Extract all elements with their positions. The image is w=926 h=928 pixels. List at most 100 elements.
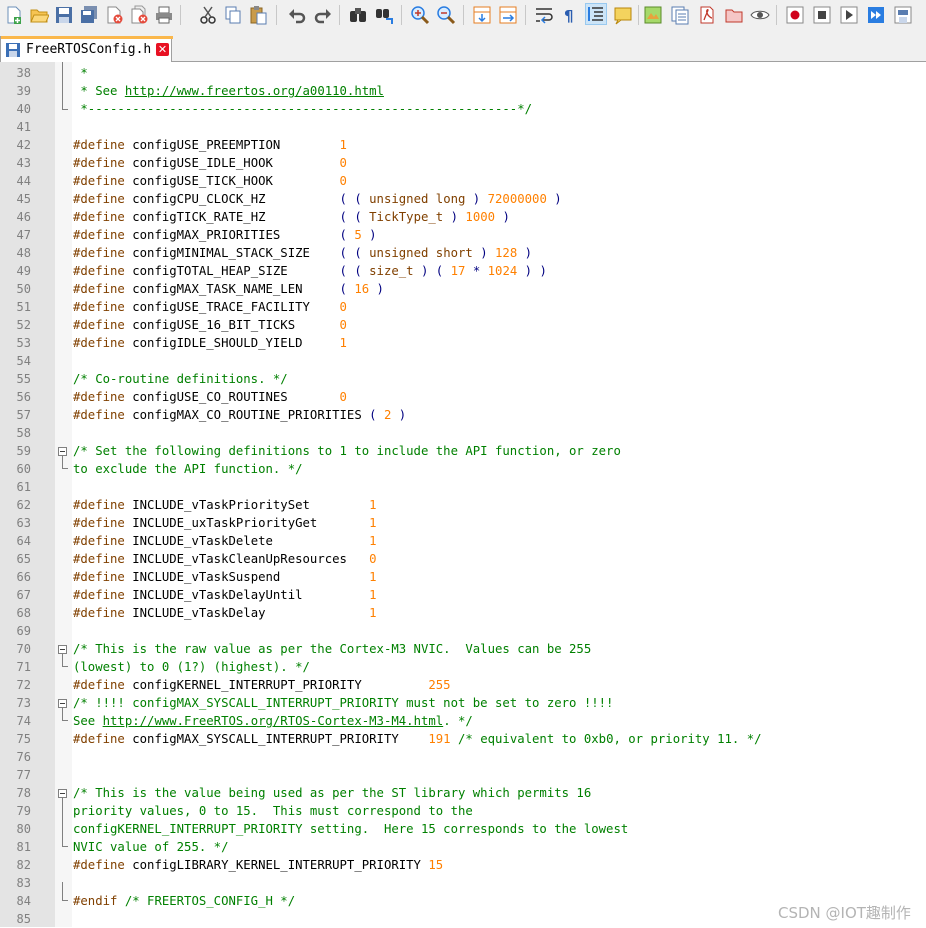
code-token: configTICK_RATE_HZ bbox=[132, 210, 340, 224]
line-number: 64 bbox=[16, 534, 31, 548]
code-token: #define bbox=[73, 516, 133, 530]
sync-vertical-icon[interactable] bbox=[471, 4, 493, 26]
code-link[interactable]: http://www.FreeRTOS.org/RTOS-Cortex-M3-M… bbox=[103, 714, 444, 728]
code-line[interactable]: 38 * bbox=[0, 64, 926, 82]
code-line[interactable]: 50 #define configMAX_TASK_NAME_LEN ( 16 ) bbox=[0, 280, 926, 298]
save-macro-icon[interactable] bbox=[892, 4, 914, 26]
code-text: #define configTICK_RATE_HZ ( ( TickType_… bbox=[73, 208, 510, 226]
close-tab-icon[interactable]: ✕ bbox=[156, 43, 169, 56]
folder-workspace-icon[interactable] bbox=[723, 4, 745, 26]
code-line[interactable]: 42 #define configUSE_PREEMPTION 1 bbox=[0, 136, 926, 154]
cut-icon[interactable] bbox=[197, 4, 219, 26]
close-icon[interactable] bbox=[103, 4, 125, 26]
open-file-icon[interactable] bbox=[28, 4, 50, 26]
code-token: INCLUDE_vTaskCleanUpResources bbox=[132, 552, 370, 566]
code-line[interactable]: 49 #define configTOTAL_HEAP_SIZE ( ( size… bbox=[0, 262, 926, 280]
code-line[interactable]: 52 #define configUSE_16_BIT_TICKS 0 bbox=[0, 316, 926, 334]
document-map-icon[interactable] bbox=[642, 4, 664, 26]
code-token: #define bbox=[73, 606, 133, 620]
code-line[interactable]: 53 #define configIDLE_SHOULD_YIELD 1 bbox=[0, 334, 926, 352]
code-line[interactable]: 51 #define configUSE_TRACE_FACILITY 0 bbox=[0, 298, 926, 316]
code-line[interactable]: 66 #define INCLUDE_vTaskSuspend 1 bbox=[0, 568, 926, 586]
code-line[interactable]: 43 #define configUSE_IDLE_HOOK 0 bbox=[0, 154, 926, 172]
code-line[interactable]: 63 #define INCLUDE_uxTaskPriorityGet 1 bbox=[0, 514, 926, 532]
word-wrap-icon[interactable] bbox=[533, 4, 555, 26]
code-line[interactable]: 57 #define configMAX_CO_ROUTINE_PRIORITIE… bbox=[0, 406, 926, 424]
show-all-characters-icon[interactable]: ¶ bbox=[558, 4, 580, 26]
code-line[interactable]: 41 bbox=[0, 118, 926, 136]
tab-freertosconfig[interactable]: FreeRTOSConfig.h ✕ bbox=[0, 36, 173, 62]
code-line[interactable]: 75 #define configMAX_SYSCALL_INTERRUPT_PR… bbox=[0, 730, 926, 748]
function-list-icon[interactable] bbox=[669, 4, 691, 26]
run-macro-multiple-icon[interactable] bbox=[865, 4, 887, 26]
code-line[interactable]: 72 #define configKERNEL_INTERRUPT_PRIORIT… bbox=[0, 676, 926, 694]
code-token: configUSE_IDLE_HOOK bbox=[132, 156, 340, 170]
code-line[interactable]: 56 #define configUSE_CO_ROUTINES 0 bbox=[0, 388, 926, 406]
code-token: configMAX_SYSCALL_INTERRUPT_PRIORITY bbox=[132, 732, 429, 746]
code-line[interactable]: 54 bbox=[0, 352, 926, 370]
code-line[interactable]: 59 /* Set the following definitions to 1 … bbox=[0, 442, 926, 460]
indent-guide-icon[interactable] bbox=[585, 3, 607, 25]
code-line[interactable]: 67 #define INCLUDE_vTaskDelayUntil 1 bbox=[0, 586, 926, 604]
undo-icon[interactable] bbox=[286, 4, 308, 26]
save-all-icon[interactable] bbox=[78, 4, 100, 26]
code-text: #define configMAX_CO_ROUTINE_PRIORITIES … bbox=[73, 406, 406, 424]
code-line[interactable]: 44 #define configUSE_TICK_HOOK 0 bbox=[0, 172, 926, 190]
code-token: configMINIMAL_STACK_SIZE bbox=[132, 246, 340, 260]
code-line[interactable]: 61 bbox=[0, 478, 926, 496]
code-line[interactable]: 39 * See http://www.freertos.org/a00110.… bbox=[0, 82, 926, 100]
replace-icon[interactable] bbox=[373, 4, 395, 26]
zoom-in-icon[interactable] bbox=[409, 4, 431, 26]
zoom-out-icon[interactable] bbox=[435, 4, 457, 26]
code-line[interactable]: 73 /* !!!! configMAX_SYSCALL_INTERRUPT_PR… bbox=[0, 694, 926, 712]
code-text: See http://www.FreeRTOS.org/RTOS-Cortex-… bbox=[73, 712, 473, 730]
code-line[interactable]: 62 #define INCLUDE_vTaskPrioritySet 1 bbox=[0, 496, 926, 514]
code-line[interactable]: 74 See http://www.FreeRTOS.org/RTOS-Corte… bbox=[0, 712, 926, 730]
find-icon[interactable] bbox=[347, 4, 369, 26]
code-line[interactable]: 70 /* This is the raw value as per the Co… bbox=[0, 640, 926, 658]
code-line[interactable]: 83 bbox=[0, 874, 926, 892]
code-line[interactable]: 48 #define configMINIMAL_STACK_SIZE ( ( u… bbox=[0, 244, 926, 262]
code-line[interactable]: 58 bbox=[0, 424, 926, 442]
line-number: 41 bbox=[16, 120, 31, 134]
copy-icon[interactable] bbox=[222, 4, 244, 26]
code-line[interactable]: 45 #define configCPU_CLOCK_HZ ( ( unsigne… bbox=[0, 190, 926, 208]
sync-horizontal-icon[interactable] bbox=[497, 4, 519, 26]
code-line[interactable]: 47 #define configMAX_PRIORITIES ( 5 ) bbox=[0, 226, 926, 244]
code-text: (lowest) to 0 (1?) (highest). */ bbox=[73, 658, 310, 676]
code-editor[interactable]: 38 * 39 * See http://www.freertos.org/a00… bbox=[0, 62, 926, 927]
close-all-icon[interactable] bbox=[128, 4, 150, 26]
code-line[interactable]: 71 (lowest) to 0 (1?) (highest). */ bbox=[0, 658, 926, 676]
code-line[interactable]: 65 #define INCLUDE_vTaskCleanUpResources … bbox=[0, 550, 926, 568]
redo-icon[interactable] bbox=[312, 4, 334, 26]
line-number: 60 bbox=[16, 462, 31, 476]
stop-macro-icon[interactable] bbox=[811, 4, 833, 26]
code-line[interactable]: 40 *------------------------------------… bbox=[0, 100, 926, 118]
code-line[interactable]: 68 #define INCLUDE_vTaskDelay 1 bbox=[0, 604, 926, 622]
save-icon[interactable] bbox=[53, 4, 75, 26]
code-line[interactable]: 46 #define configTICK_RATE_HZ ( ( TickTyp… bbox=[0, 208, 926, 226]
code-line[interactable]: 60 to exclude the API function. */ bbox=[0, 460, 926, 478]
code-link[interactable]: http://www.freertos.org/a00110.html bbox=[125, 84, 384, 98]
code-line[interactable]: 81 NVIC value of 255. */ bbox=[0, 838, 926, 856]
code-line[interactable]: 64 #define INCLUDE_vTaskDelete 1 bbox=[0, 532, 926, 550]
line-number: 49 bbox=[16, 264, 31, 278]
record-macro-icon[interactable] bbox=[784, 4, 806, 26]
code-line[interactable]: 82 #define configLIBRARY_KERNEL_INTERRUPT… bbox=[0, 856, 926, 874]
user-language-icon[interactable] bbox=[612, 4, 634, 26]
paste-icon[interactable] bbox=[247, 4, 269, 26]
print-icon[interactable] bbox=[153, 4, 175, 26]
code-line[interactable]: 77 bbox=[0, 766, 926, 784]
code-token: #define bbox=[73, 210, 133, 224]
code-line[interactable]: 79 priority values, 0 to 15. This must co… bbox=[0, 802, 926, 820]
play-macro-icon[interactable] bbox=[838, 4, 860, 26]
monitoring-icon[interactable] bbox=[749, 4, 771, 26]
code-line[interactable]: 80 configKERNEL_INTERRUPT_PRIORITY settin… bbox=[0, 820, 926, 838]
code-token: 1 bbox=[339, 336, 347, 350]
code-line[interactable]: 69 bbox=[0, 622, 926, 640]
code-line[interactable]: 76 bbox=[0, 748, 926, 766]
pdf-icon[interactable] bbox=[696, 4, 718, 26]
code-line[interactable]: 55 /* Co-routine definitions. */ bbox=[0, 370, 926, 388]
new-file-icon[interactable] bbox=[3, 4, 25, 26]
code-line[interactable]: 78 /* This is the value being used as per… bbox=[0, 784, 926, 802]
